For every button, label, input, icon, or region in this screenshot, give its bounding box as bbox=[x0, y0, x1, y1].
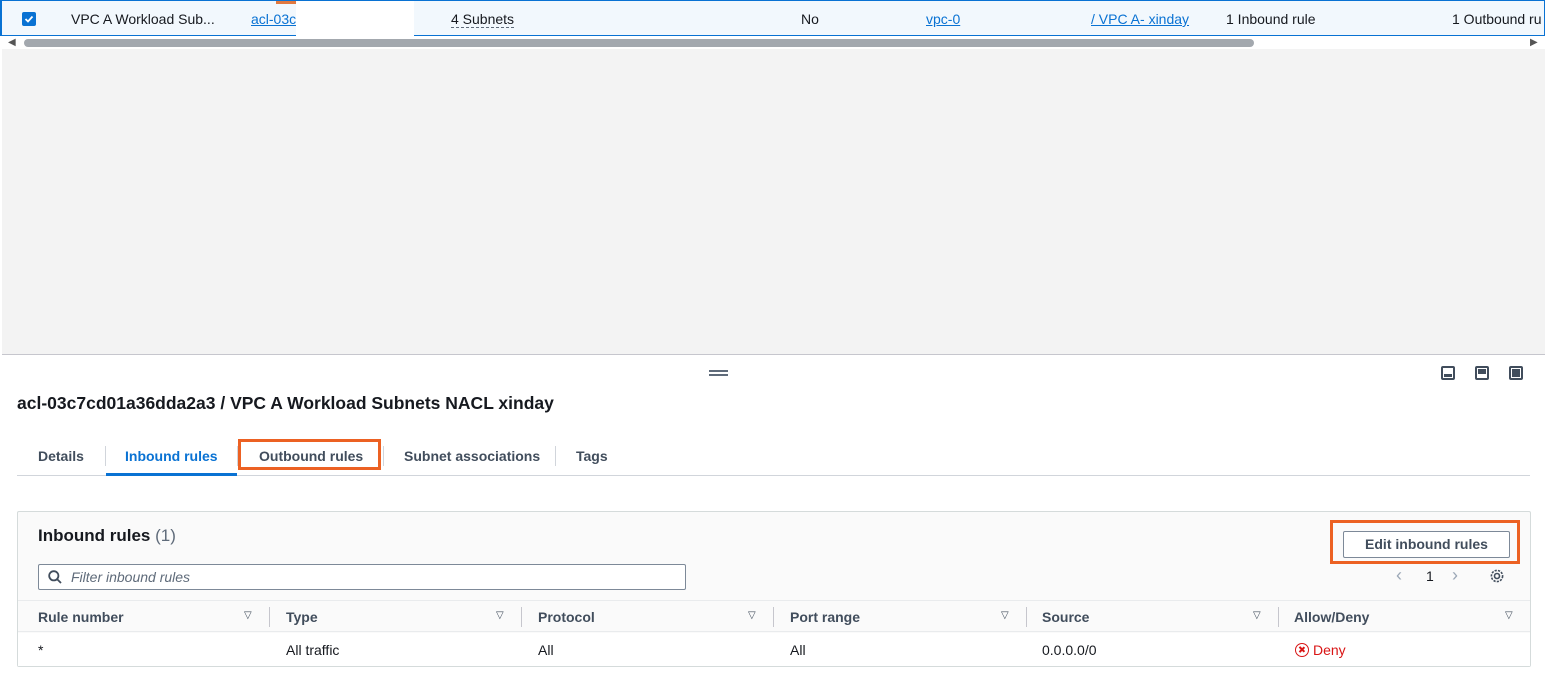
column-rule-number[interactable]: Rule number bbox=[38, 609, 124, 625]
edit-button-highlight bbox=[1330, 520, 1520, 564]
redaction-mark bbox=[276, 1, 296, 4]
column-type[interactable]: Type bbox=[286, 609, 318, 625]
inbound-rules-count: (1) bbox=[155, 526, 176, 545]
current-page[interactable]: 1 bbox=[1426, 568, 1434, 584]
rules-table-header: Rule number ▽ Type ▽ Protocol ▽ Port ran… bbox=[18, 600, 1530, 632]
tab-tags[interactable]: Tags bbox=[576, 438, 608, 476]
column-protocol[interactable]: Protocol bbox=[538, 609, 595, 625]
panel-side-icon[interactable] bbox=[1475, 366, 1489, 380]
tab-inbound-rules[interactable]: Inbound rules bbox=[106, 438, 237, 476]
filter-input[interactable] bbox=[71, 568, 671, 586]
detail-panel-title: acl-03c7cd01a36dda2a3 / VPC A Workload S… bbox=[17, 393, 554, 413]
cell-allow-deny: Deny bbox=[1295, 642, 1346, 658]
column-allow-deny[interactable]: Allow/Deny bbox=[1294, 609, 1369, 625]
deny-icon bbox=[1295, 643, 1309, 657]
sort-icon[interactable]: ▽ bbox=[748, 610, 756, 621]
vpc-name-link[interactable]: / VPC A- xinday bbox=[1091, 11, 1189, 27]
list-empty-area bbox=[2, 49, 1545, 355]
selected-nacl-row[interactable]: VPC A Workload Sub... acl-03c 4 Subnets … bbox=[0, 0, 1545, 38]
column-divider[interactable] bbox=[773, 607, 774, 627]
cell-rule-number: * bbox=[38, 642, 44, 658]
inbound-rules-container: Inbound rules (1) Edit inbound rules ‹ 1… bbox=[17, 511, 1531, 667]
nacl-name: VPC A Workload Sub... bbox=[71, 11, 215, 27]
vpc-id-link[interactable]: vpc-0 bbox=[926, 11, 960, 27]
inbound-rule-count: 1 Inbound rule bbox=[1226, 11, 1316, 27]
column-source[interactable]: Source bbox=[1042, 609, 1089, 625]
column-port-range[interactable]: Port range bbox=[790, 609, 860, 625]
sort-icon[interactable]: ▽ bbox=[496, 610, 504, 621]
sort-icon[interactable]: ▽ bbox=[1253, 610, 1261, 621]
scrollbar-thumb[interactable] bbox=[24, 39, 1254, 47]
tab-subnet-associations[interactable]: Subnet associations bbox=[404, 438, 540, 476]
tab-divider bbox=[555, 446, 556, 466]
default-value: No bbox=[801, 11, 819, 27]
row-checkbox[interactable] bbox=[22, 12, 36, 26]
previous-page-icon[interactable]: ‹ bbox=[1396, 565, 1402, 586]
outbound-rule-count: 1 Outbound ru bbox=[1452, 11, 1542, 27]
search-icon bbox=[48, 570, 62, 584]
panel-full-icon[interactable] bbox=[1509, 366, 1523, 380]
panel-bottom-icon[interactable] bbox=[1441, 366, 1455, 380]
filter-inbound-rules[interactable] bbox=[38, 564, 686, 590]
sort-icon[interactable]: ▽ bbox=[244, 610, 252, 621]
next-page-icon[interactable]: › bbox=[1452, 565, 1458, 586]
associated-subnets[interactable]: 4 Subnets bbox=[451, 11, 515, 28]
column-divider[interactable] bbox=[521, 607, 522, 627]
sort-icon[interactable]: ▽ bbox=[1001, 610, 1009, 621]
cell-protocol: All bbox=[538, 642, 554, 658]
sort-icon[interactable]: ▽ bbox=[1505, 610, 1513, 621]
tab-divider bbox=[383, 446, 384, 466]
nacl-id-link[interactable]: acl-03c bbox=[251, 11, 296, 27]
inbound-rules-heading: Inbound rules (1) bbox=[38, 526, 176, 546]
tab-details[interactable]: Details bbox=[38, 438, 84, 476]
split-panel-drag-handle-icon[interactable] bbox=[709, 370, 728, 378]
cell-type: All traffic bbox=[286, 642, 340, 658]
cell-source: 0.0.0.0/0 bbox=[1042, 642, 1097, 658]
redacted-area bbox=[296, 1, 414, 38]
column-divider[interactable] bbox=[1278, 607, 1279, 627]
gear-icon[interactable] bbox=[1489, 568, 1505, 584]
outbound-rules-highlight bbox=[238, 439, 381, 470]
cell-port-range: All bbox=[790, 642, 806, 658]
deny-label: Deny bbox=[1313, 642, 1346, 658]
scroll-right-icon[interactable]: ▶ bbox=[1530, 37, 1538, 48]
inbound-rules-title: Inbound rules bbox=[38, 526, 151, 545]
table-row: * All traffic All All 0.0.0.0/0 Deny bbox=[18, 633, 1530, 666]
horizontal-scrollbar[interactable]: ◀ ▶ bbox=[0, 36, 1545, 49]
scroll-left-icon[interactable]: ◀ bbox=[8, 37, 16, 48]
column-divider[interactable] bbox=[269, 607, 270, 627]
column-divider[interactable] bbox=[1026, 607, 1027, 627]
